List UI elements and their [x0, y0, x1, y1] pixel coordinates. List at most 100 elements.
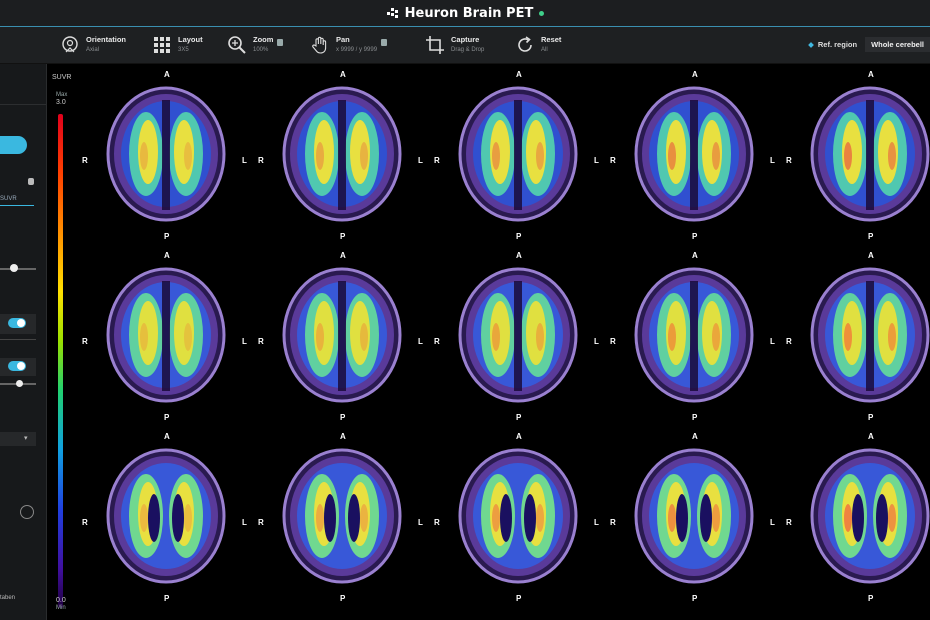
lock-icon[interactable] — [28, 178, 34, 185]
pet-slice-viewport[interactable]: APRL — [254, 247, 426, 431]
orientation-label-anterior: A — [868, 70, 874, 79]
orientation-label-right: R — [610, 337, 616, 346]
orientation-label-right: R — [434, 337, 440, 346]
settings-icon[interactable] — [20, 505, 34, 519]
orientation-label-right: R — [786, 518, 792, 527]
orientation-label-left: L — [242, 518, 247, 527]
lock-icon[interactable] — [381, 38, 388, 46]
brain-pet-slice-image — [810, 448, 930, 584]
orientation-label-right: R — [82, 518, 88, 527]
orientation-label-anterior: A — [340, 70, 346, 79]
orientation-label-anterior: A — [692, 70, 698, 79]
status-dot — [539, 10, 545, 16]
scale-min-value: 0.0 — [56, 597, 66, 604]
tool-sub-label: x 9999 / y 9999 — [336, 47, 378, 53]
orientation-label-posterior: P — [516, 232, 522, 241]
orientation-label-left: L — [594, 337, 599, 346]
orientation-label-posterior: P — [340, 413, 346, 422]
chevron-down-icon: ▾ — [24, 435, 28, 442]
color-gradient-bar — [58, 114, 63, 608]
orientation-label-posterior: P — [164, 413, 170, 422]
sidebar-tab-suvr[interactable]: SUVR — [0, 196, 17, 202]
title-bar: Heuron Brain PET — [0, 0, 930, 27]
ref-region-selector[interactable]: ◆ Ref. region Whole cerebell — [808, 37, 930, 52]
orientation-tool-button[interactable]: Orientation Axial — [60, 31, 126, 59]
lock-icon[interactable] — [277, 38, 284, 46]
pet-slice-viewport[interactable]: APRL — [254, 66, 426, 250]
slider-handle[interactable] — [10, 264, 18, 272]
orientation-label-left: L — [418, 337, 423, 346]
pet-image-grid: A P R L A P R L A P R L A P R L A P R A P R L A P… — [78, 64, 930, 620]
zoom-tool-button[interactable]: Zoom 100% — [227, 31, 284, 59]
orientation-label-right: R — [786, 337, 792, 346]
tool-label: Layout — [178, 35, 203, 44]
pet-slice-viewport[interactable]: APRL — [606, 66, 778, 250]
tool-sub-label: Axial — [86, 47, 100, 53]
orientation-label-anterior: A — [164, 432, 170, 441]
orientation-label-left: L — [594, 156, 599, 165]
scale-max-label: Max — [56, 92, 68, 98]
suvr-color-scale: SUVR Max 3.0 0.0 Min — [48, 64, 76, 620]
pet-slice-viewport[interactable]: APRL — [78, 66, 250, 250]
orientation-label-left: L — [770, 156, 775, 165]
orientation-label-right: R — [786, 156, 792, 165]
orientation-label-anterior: A — [868, 251, 874, 260]
orientation-head-icon — [62, 36, 78, 53]
brain-pet-slice-image — [106, 448, 226, 584]
orientation-label-posterior: P — [692, 232, 698, 241]
pet-slice-viewport[interactable]: APRL — [254, 428, 426, 612]
toolbar: Orientation Axial Layout 3X5 Zoom 100% Pan x… — [0, 27, 930, 64]
left-sidebar: SUVR ▾ taben — [0, 64, 47, 620]
pet-slice-viewport[interactable]: APRL — [606, 247, 778, 431]
orientation-label-left: L — [242, 156, 247, 165]
pet-slice-viewport[interactable]: APRL — [606, 428, 778, 612]
pan-tool-button[interactable]: Pan x 9999 / y 9999 — [310, 31, 388, 59]
brain-pet-slice-image — [106, 267, 226, 403]
orientation-label-posterior: P — [692, 413, 698, 422]
orientation-label-right: R — [82, 156, 88, 165]
brain-pet-slice-image — [634, 448, 754, 584]
orientation-label-left: L — [418, 156, 423, 165]
brain-pet-slice-image — [634, 86, 754, 222]
brain-pet-slice-image — [282, 86, 402, 222]
slider-handle[interactable] — [16, 380, 23, 387]
sidebar-dropdown[interactable] — [0, 432, 36, 446]
tool-label: Capture — [451, 35, 480, 44]
heuron-logo-icon — [386, 8, 398, 18]
crop-capture-icon — [426, 36, 444, 54]
orientation-label-right: R — [258, 337, 264, 346]
orientation-label-anterior: A — [516, 70, 522, 79]
orientation-label-posterior: P — [164, 232, 170, 241]
sidebar-tab-underline — [0, 205, 34, 206]
orientation-label-anterior: A — [164, 251, 170, 260]
ref-region-value[interactable]: Whole cerebell — [865, 37, 930, 52]
reset-tool-button[interactable]: Reset All — [515, 31, 561, 59]
sidebar-primary-button[interactable] — [0, 136, 27, 154]
pet-slice-viewport[interactable]: APRL — [430, 428, 602, 612]
layout-tool-button[interactable]: Layout 3X5 — [152, 31, 203, 59]
slider-track[interactable] — [0, 268, 36, 270]
pet-slice-viewport[interactable]: APRL — [430, 247, 602, 431]
pet-slice-viewport[interactable]: APRL — [782, 247, 930, 431]
app-title: Heuron Brain PET — [404, 5, 534, 21]
orientation-label-right: R — [434, 156, 440, 165]
orientation-label-left: L — [418, 518, 423, 527]
tool-sub-label: 3X5 — [178, 47, 189, 53]
orientation-label-right: R — [610, 518, 616, 527]
capture-tool-button[interactable]: Capture Drag & Drop — [425, 31, 484, 59]
pet-slice-viewport[interactable]: APRL — [78, 428, 250, 612]
pet-slice-viewport[interactable]: APRL — [782, 428, 930, 612]
brain-pet-slice-image — [634, 267, 754, 403]
brain-pet-slice-image — [810, 267, 930, 403]
brain-pet-slice-image — [458, 267, 578, 403]
orientation-label-left: L — [242, 337, 247, 346]
tool-sub-label: 100% — [253, 47, 269, 53]
brain-pet-slice-image — [810, 86, 930, 222]
pet-slice-viewport[interactable]: APRL — [782, 66, 930, 250]
orientation-label-anterior: A — [516, 251, 522, 260]
brain-pet-slice-image — [282, 267, 402, 403]
pet-slice-viewport[interactable]: APRL — [78, 247, 250, 431]
toggle-knob — [17, 319, 25, 327]
brain-pet-slice-image — [458, 86, 578, 222]
pet-slice-viewport[interactable]: A P R L — [430, 66, 602, 250]
